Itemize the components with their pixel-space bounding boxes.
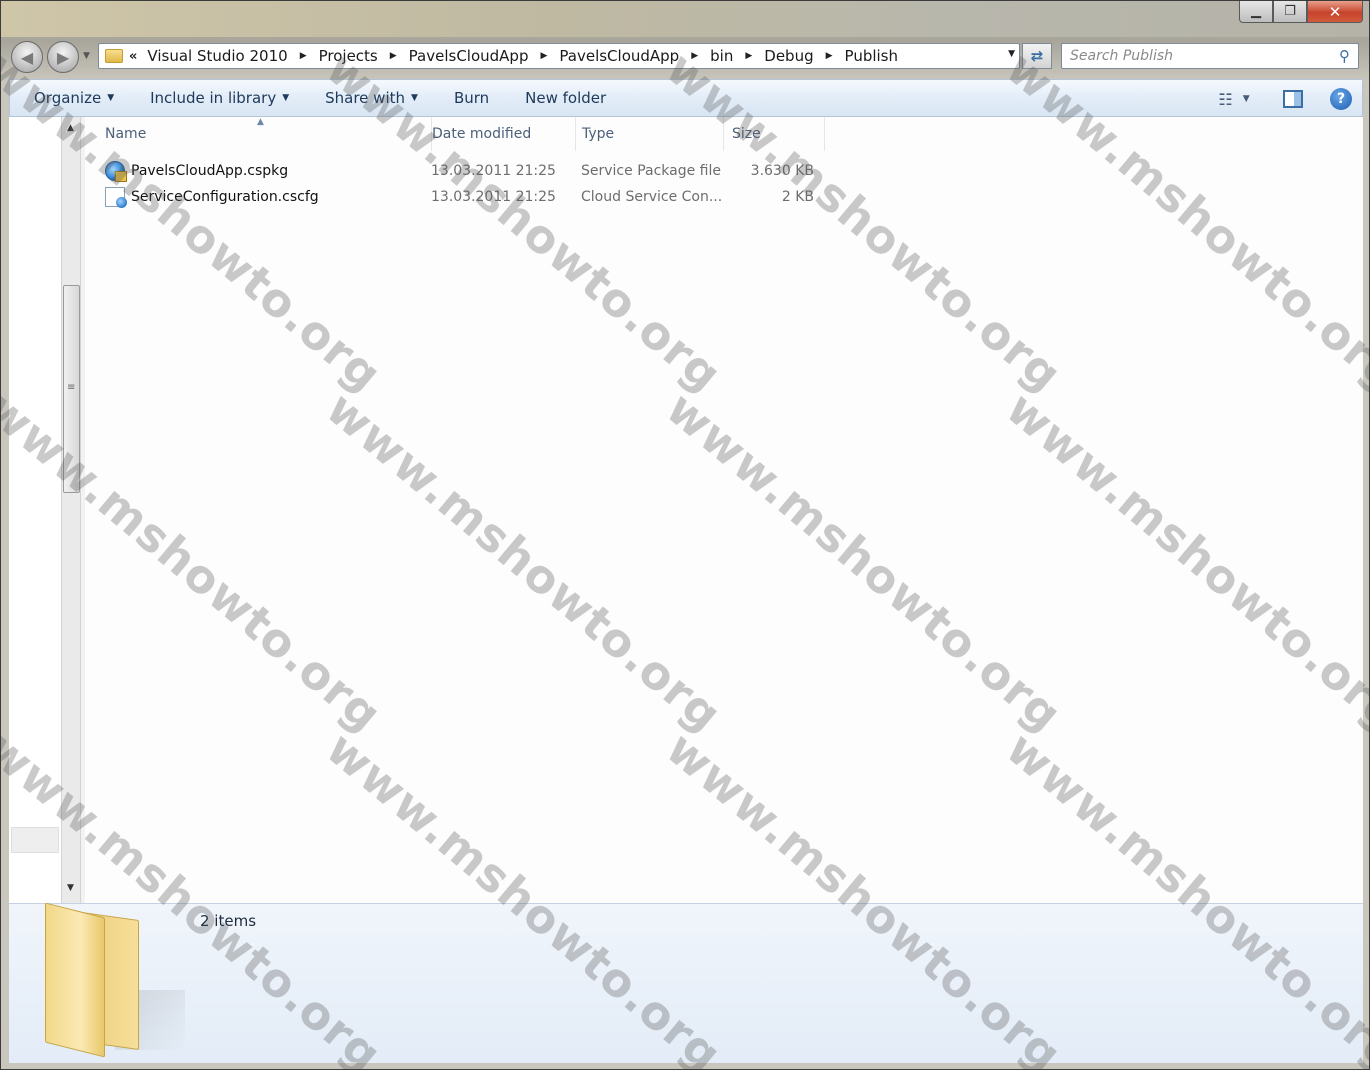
file-name: ServiceConfiguration.cscfg	[131, 189, 319, 205]
include-in-library-button[interactable]: Include in library ▼	[138, 83, 301, 113]
change-view-button[interactable]: ☷ ▼	[1208, 84, 1260, 114]
file-type: Service Package file	[581, 163, 721, 179]
breadcrumb-label[interactable]: Visual Studio 2010	[145, 47, 289, 65]
breadcrumb-item[interactable]: Debug ▶	[762, 47, 842, 65]
chevron-right-icon[interactable]: ▶	[826, 51, 833, 61]
navigation-pane[interactable]	[9, 117, 61, 903]
column-header-name[interactable]: Name	[105, 117, 425, 151]
forward-arrow-icon: ▶	[56, 47, 70, 67]
file-list: ▲ Name Date modified Type Size PavelsClo…	[85, 117, 1363, 903]
maximize-button[interactable]: ❐	[1273, 1, 1307, 23]
burn-label: Burn	[453, 89, 490, 107]
chevron-right-icon[interactable]: ▶	[691, 51, 698, 61]
chevron-down-icon: ▼	[1242, 94, 1250, 104]
file-date: 13.03.2011 21:25	[431, 163, 556, 179]
column-header-type[interactable]: Type	[575, 117, 723, 151]
item-count: 2 items	[200, 912, 257, 930]
search-icon[interactable]: ⚲	[1339, 47, 1350, 65]
help-icon: ?	[1336, 91, 1346, 107]
breadcrumb-item[interactable]: PavelsCloudApp ▶	[557, 47, 708, 65]
refresh-icon: ⇄	[1030, 47, 1044, 65]
recent-pages-dropdown[interactable]: ▼	[83, 51, 90, 61]
file-row[interactable]: PavelsCloudApp.cspkg 13.03.2011 21:25 Se…	[105, 159, 825, 183]
search-input[interactable]	[1070, 48, 1320, 64]
close-button[interactable]: ✕	[1307, 1, 1363, 23]
folder-icon	[45, 902, 185, 1060]
address-bar[interactable]: « Visual Studio 2010 ▶ Projects ▶ PavelsCl…	[98, 43, 1020, 69]
breadcrumb-overflow[interactable]: «	[129, 49, 137, 64]
service-package-icon	[105, 161, 127, 182]
maximize-icon: ❐	[1284, 4, 1296, 19]
burn-button[interactable]: Burn	[442, 83, 501, 113]
search-box[interactable]: ⚲	[1061, 43, 1359, 69]
breadcrumb-label[interactable]: Projects	[317, 47, 380, 65]
breadcrumb-item[interactable]: bin ▶	[708, 47, 762, 65]
minimize-icon: ▁	[1251, 4, 1261, 19]
chevron-down-icon: ▼	[411, 93, 418, 103]
minimize-button[interactable]: ▁	[1239, 1, 1273, 23]
back-arrow-icon: ◀	[20, 47, 34, 67]
breadcrumb-item[interactable]: Publish	[843, 47, 900, 65]
title-bar: ▁ ❐ ✕	[1, 1, 1369, 37]
scroll-down-icon[interactable]: ▼	[67, 883, 74, 893]
chevron-right-icon[interactable]: ▶	[745, 51, 752, 61]
navigation-pane-scrollbar[interactable]: ▲ ≡ ▼	[61, 117, 81, 903]
chevron-right-icon[interactable]: ▶	[300, 51, 307, 61]
command-bar: Organize ▼ Include in library ▼ Share with…	[9, 79, 1363, 117]
help-button[interactable]: ?	[1330, 88, 1352, 110]
share-with-label: Share with	[325, 89, 406, 107]
folder-icon	[105, 49, 123, 63]
chevron-down-icon[interactable]: ▼	[1008, 49, 1015, 59]
breadcrumb-label[interactable]: PavelsCloudApp	[407, 47, 531, 65]
navigation-pane-item[interactable]	[11, 827, 59, 853]
breadcrumb-label[interactable]: PavelsCloudApp	[557, 47, 681, 65]
navigation-row: ◀ ▶ ▼ « Visual Studio 2010 ▶ Projects ▶ Pa…	[1, 37, 1369, 77]
share-with-button[interactable]: Share with ▼	[313, 83, 430, 113]
back-button[interactable]: ◀	[11, 41, 43, 73]
explorer-window: ▁ ❐ ✕ ◀ ▶ ▼ « Visual Studio 2010 ▶ Projec…	[0, 0, 1370, 1070]
chevron-right-icon[interactable]: ▶	[540, 51, 547, 61]
view-details-icon: ☷	[1218, 89, 1233, 109]
file-type: Cloud Service Con...	[581, 189, 723, 205]
breadcrumb-item[interactable]: PavelsCloudApp ▶	[407, 47, 558, 65]
details-pane: 2 items	[9, 902, 1363, 1063]
content-area: ▲ ≡ ▼ ▲ Name Date modified Type Size Pav…	[9, 117, 1363, 903]
new-folder-label: New folder	[525, 89, 607, 107]
breadcrumb-item[interactable]: Visual Studio 2010 ▶	[145, 47, 316, 65]
close-icon: ✕	[1328, 2, 1342, 21]
refresh-button[interactable]: ⇄	[1022, 43, 1052, 69]
file-size: 3.630 KB	[750, 163, 814, 179]
chevron-down-icon: ▼	[282, 93, 290, 103]
scrollbar-thumb[interactable]: ≡	[63, 285, 80, 493]
preview-pane-icon	[1283, 90, 1303, 108]
chevron-right-icon[interactable]: ▶	[390, 51, 397, 61]
preview-pane-button[interactable]	[1278, 84, 1308, 114]
caption-buttons: ▁ ❐ ✕	[1239, 1, 1363, 23]
file-date: 13.03.2011 21:25	[431, 189, 556, 205]
chevron-down-icon: ▼	[107, 93, 115, 103]
file-name: PavelsCloudApp.cspkg	[131, 163, 289, 179]
column-header-date-modified[interactable]: Date modified	[431, 117, 575, 151]
new-folder-button[interactable]: New folder	[513, 83, 618, 113]
file-name-cell[interactable]: PavelsCloudApp.cspkg	[105, 159, 288, 183]
organize-label: Organize	[34, 89, 102, 107]
cloud-config-icon	[105, 187, 127, 208]
breadcrumb-item[interactable]: Projects ▶	[317, 47, 407, 65]
file-name-cell[interactable]: ServiceConfiguration.cscfg	[105, 185, 319, 209]
file-row[interactable]: ServiceConfiguration.cscfg 13.03.2011 21…	[105, 185, 825, 209]
organize-button[interactable]: Organize ▼	[22, 83, 126, 113]
file-size: 2 KB	[781, 189, 814, 205]
include-in-library-label: Include in library	[150, 89, 277, 107]
forward-button[interactable]: ▶	[47, 41, 79, 73]
grip-icon: ≡	[67, 382, 76, 393]
scroll-up-icon[interactable]: ▲	[67, 123, 74, 133]
breadcrumb-label[interactable]: bin	[708, 47, 735, 65]
breadcrumb-label[interactable]: Publish	[843, 47, 900, 65]
breadcrumb-label[interactable]: Debug	[762, 47, 815, 65]
column-header-size[interactable]: Size	[723, 117, 825, 151]
